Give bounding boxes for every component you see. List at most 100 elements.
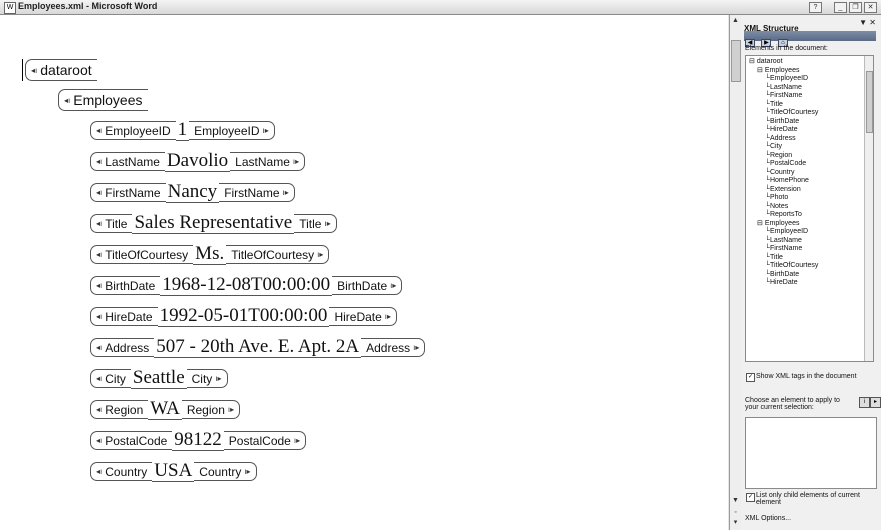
xml-field-row: ◂ı BirthDate 1968-12-08T00:00:00 BirthDate ı…: [90, 275, 403, 296]
field-open-tag[interactable]: ◂ı LastName: [90, 152, 165, 171]
dataroot-open-tag[interactable]: ◂ı dataroot: [25, 59, 97, 81]
tree-item[interactable]: └LastName: [765, 84, 802, 92]
field-open-tag[interactable]: ◂ı FirstName: [90, 183, 166, 202]
field-close-tag[interactable]: BirthDate ı▸: [332, 276, 403, 295]
tree-item[interactable]: ⊟ Employees: [757, 220, 799, 228]
collapse-icon[interactable]: ⊟: [757, 220, 763, 227]
tree-item[interactable]: └HomePhone: [765, 177, 809, 185]
tag-start-icon: ◂ı: [96, 126, 103, 135]
tree-item-label: dataroot: [756, 58, 783, 65]
tree-item[interactable]: ⊟ Employees: [757, 67, 799, 75]
field-open-tag[interactable]: ◂ı PostalCode: [90, 431, 173, 450]
field-value[interactable]: WA: [148, 399, 182, 420]
tree-item-label: Employees: [764, 219, 800, 227]
tag-start-icon: ◂ı: [96, 281, 103, 290]
field-value[interactable]: Nancy: [165, 182, 220, 203]
element-options-icon[interactable]: ▸: [870, 397, 881, 408]
tree-scroll-thumb[interactable]: [866, 71, 873, 133]
document-area[interactable]: ◂ı dataroot ◂ı Employees ◂ı EmployeeID 1 Em…: [0, 15, 728, 530]
tree-item[interactable]: └HireDate: [765, 126, 798, 134]
list-children-checkbox[interactable]: ✓: [746, 493, 755, 502]
minimize-icon[interactable]: _: [834, 2, 847, 13]
tree-item[interactable]: └City: [765, 143, 782, 151]
field-value[interactable]: Ms.: [193, 244, 227, 265]
tree-item-label: Region: [769, 151, 793, 159]
help-icon[interactable]: ?: [809, 2, 822, 13]
field-value[interactable]: 1: [175, 120, 190, 141]
tag-end-icon: ı▸: [227, 405, 235, 414]
collapse-icon[interactable]: ⊟: [749, 58, 755, 65]
scroll-up-icon[interactable]: ▲: [730, 15, 741, 26]
tag-start-icon: ◂ı: [96, 188, 103, 197]
field-value[interactable]: Davolio: [164, 151, 231, 172]
field-close-tag[interactable]: EmployeeID ı▸: [189, 121, 275, 140]
tree-item[interactable]: └FirstName: [765, 245, 802, 253]
scroll-thumb[interactable]: [731, 40, 741, 82]
tree-item[interactable]: └Title: [765, 254, 783, 262]
show-tags-checkbox[interactable]: ✓: [746, 373, 755, 382]
text-cursor: [22, 59, 23, 81]
tag-end-icon: ı▸: [324, 219, 331, 228]
tree-item[interactable]: └TitleOfCourtesy: [765, 262, 818, 270]
field-open-tag[interactable]: ◂ı City: [90, 369, 131, 388]
field-close-tag[interactable]: LastName ı▸: [230, 152, 306, 171]
field-close-tag[interactable]: HireDate ı▸: [329, 307, 398, 326]
tree-scrollbar[interactable]: [864, 56, 873, 361]
field-close-tag[interactable]: City ı▸: [186, 369, 228, 388]
field-value[interactable]: Sales Representative: [132, 213, 295, 234]
tree-item-label: ReportsTo: [769, 211, 802, 218]
field-value[interactable]: 98122: [172, 430, 224, 451]
field-close-tag[interactable]: Address ı▸: [361, 338, 426, 357]
field-open-tag[interactable]: ◂ı Country: [90, 462, 153, 481]
tree-item[interactable]: ⊟ dataroot: [749, 58, 783, 66]
tree-item[interactable]: └PostalCode: [765, 160, 806, 168]
tree-item[interactable]: └BirthDate: [765, 118, 799, 126]
field-close-tag[interactable]: Region ı▸: [181, 400, 241, 419]
field-open-tag[interactable]: ◂ı TitleOfCourtesy: [90, 245, 194, 264]
element-info-icon[interactable]: i: [859, 397, 870, 408]
tree-item[interactable]: └FirstName: [765, 92, 802, 100]
collapse-icon[interactable]: ⊟: [757, 67, 763, 74]
tree-item[interactable]: └EmployeeID: [765, 228, 808, 236]
element-tree[interactable]: ⊟ dataroot ⊟ Employees └EmployeeID └LastNam…: [745, 55, 874, 362]
field-open-tag[interactable]: ◂ı HireDate: [90, 307, 158, 326]
xml-field-row: ◂ı HireDate 1992-05-01T00:00:00 HireDate ı▸: [90, 306, 398, 327]
tree-item[interactable]: └Extension: [765, 186, 801, 194]
tree-item[interactable]: └Notes: [765, 203, 788, 211]
tree-item[interactable]: └Country: [765, 169, 794, 177]
field-close-tag[interactable]: Country ı▸: [194, 462, 257, 481]
field-open-tag[interactable]: ◂ı Address: [90, 338, 155, 357]
field-open-tag[interactable]: ◂ı Title: [90, 214, 133, 233]
xml-options-link[interactable]: XML Options...: [745, 515, 791, 522]
word-icon[interactable]: W: [4, 2, 16, 14]
employees-open-tag[interactable]: ◂ı Employees: [58, 89, 148, 111]
tree-item[interactable]: └Photo: [765, 194, 788, 202]
tree-item[interactable]: └ReportsTo: [765, 211, 802, 219]
field-open-tag[interactable]: ◂ı Region: [90, 400, 149, 419]
panel-menu-icon[interactable]: ▼ ✕: [859, 18, 876, 27]
tree-item[interactable]: └Title: [765, 101, 783, 109]
field-close-tag[interactable]: PostalCode ı▸: [223, 431, 307, 450]
field-close-tag[interactable]: FirstName ı▸: [219, 183, 295, 202]
restore-icon[interactable]: ❐: [849, 2, 862, 13]
field-value[interactable]: Seattle: [130, 368, 187, 389]
close-icon[interactable]: ✕: [864, 2, 877, 13]
element-list[interactable]: [745, 417, 877, 489]
tree-item[interactable]: └BirthDate: [765, 271, 799, 279]
field-value[interactable]: 1992-05-01T00:00:00: [157, 306, 330, 327]
field-close-tag[interactable]: Title ı▸: [294, 214, 337, 233]
field-open-tag[interactable]: ◂ı BirthDate: [90, 276, 161, 295]
field-value[interactable]: 1968-12-08T00:00:00: [160, 275, 333, 296]
scroll-down-icon[interactable]: ▼: [730, 495, 741, 506]
tree-item[interactable]: └EmployeeID: [765, 75, 808, 83]
field-close-tag[interactable]: TitleOfCourtesy ı▸: [226, 245, 330, 264]
tree-item[interactable]: └HireDate: [765, 279, 798, 287]
field-value[interactable]: 507 - 20th Ave. E. Apt. 2A: [154, 337, 362, 358]
tree-item[interactable]: └Address: [765, 135, 796, 143]
field-open-tag[interactable]: ◂ı EmployeeID: [90, 121, 176, 140]
field-value[interactable]: USA: [152, 461, 195, 482]
tree-item[interactable]: └LastName: [765, 237, 802, 245]
tree-item[interactable]: └TitleOfCourtesy: [765, 109, 818, 117]
tree-item[interactable]: └Region: [765, 152, 792, 160]
next-page-icon[interactable]: ▾: [730, 517, 741, 528]
